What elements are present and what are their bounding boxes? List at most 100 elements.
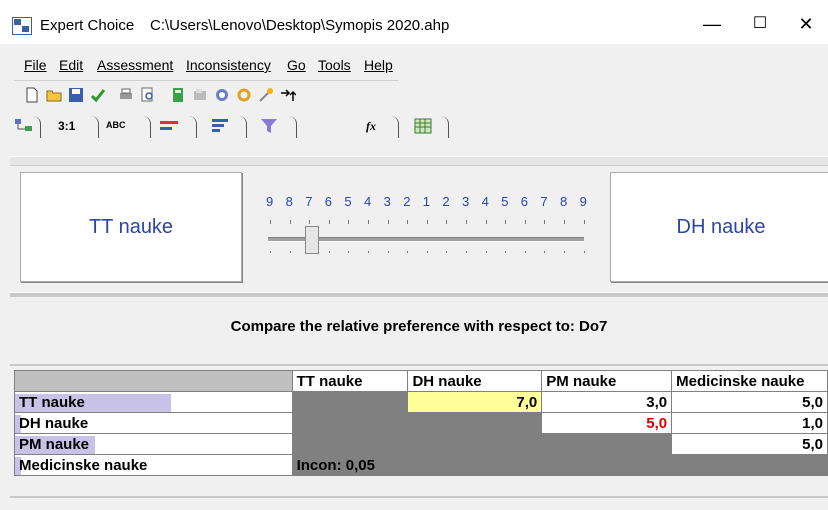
scale-tick: [348, 220, 350, 224]
arrow-right-up-icon[interactable]: [280, 87, 296, 103]
scale-tick: [270, 220, 271, 224]
scale-number: 3: [383, 194, 391, 209]
matrix-cell-selected[interactable]: 7,0: [407, 391, 543, 413]
minimize-button[interactable]: —: [690, 8, 734, 40]
scale-tick: [544, 251, 546, 253]
inconsistency-ratio: Incon: 0,05: [291, 454, 409, 476]
scale-number: 6: [324, 194, 333, 209]
scale-tick: [348, 251, 350, 253]
scale-tick: [446, 251, 448, 253]
matrix-cell-inverse[interactable]: 5,0: [541, 412, 673, 434]
scale-number: 5: [344, 194, 352, 209]
mode-tabs: 3:1 ABC fx: [10, 110, 470, 140]
scale-tick: [387, 251, 389, 253]
matrix-cell[interactable]: 5,0: [671, 391, 828, 413]
funnel-icon[interactable]: [260, 118, 278, 134]
scale-tick: [328, 251, 330, 253]
graphical-bars-icon[interactable]: [160, 120, 180, 132]
scale-tick: [309, 220, 311, 224]
scale-tick: [583, 220, 585, 224]
tab-pairwise-numerical[interactable]: 3:1: [58, 119, 75, 141]
slider-thumb[interactable]: [305, 226, 319, 254]
scale-number: 9: [266, 194, 274, 209]
scale-number: 7: [305, 194, 313, 209]
list-bars-icon[interactable]: [212, 119, 228, 133]
grid-table-icon[interactable]: [414, 118, 432, 134]
scale-tick: [466, 251, 467, 253]
matrix-top-border: [10, 364, 828, 366]
row-header: DH nauke: [14, 412, 293, 434]
tree-view-icon[interactable]: [14, 118, 34, 134]
menu-edit[interactable]: Edit: [59, 57, 83, 73]
scale-tick: [446, 220, 448, 224]
wand-icon[interactable]: [258, 87, 274, 103]
menu-inconsistency[interactable]: Inconsistency: [186, 57, 271, 73]
matrix-cell: [671, 454, 828, 476]
close-button[interactable]: ✕: [784, 8, 828, 40]
refresh-icon[interactable]: [236, 87, 252, 103]
row-header: Medicinske nauke: [14, 454, 293, 476]
file-path: C:\Users\Lenovo\Desktop\Symopis 2020.ahp: [150, 17, 450, 34]
scale-tick: [387, 220, 389, 224]
scale-tick: [505, 251, 507, 253]
scale-tick: [328, 220, 330, 224]
matrix-cell[interactable]: 3,0: [541, 391, 673, 413]
matrix-cell: [291, 412, 409, 434]
scale-tick: [426, 220, 428, 224]
title-bar: Expert Choice C:\Users\Lenovo\Desktop\Sy…: [0, 0, 828, 44]
menu-bar: File Edit Assessment Inconsistency Go To…: [14, 52, 414, 78]
print-preview-icon[interactable]: [140, 87, 156, 103]
tab-formula[interactable]: fx: [366, 119, 376, 141]
scale-number: 5: [501, 194, 509, 209]
tab-verbal[interactable]: ABC: [106, 120, 126, 142]
divider: [10, 292, 828, 297]
scale-number: 4: [364, 194, 372, 209]
column-header: DH nauke: [407, 370, 543, 392]
scale-tick: [505, 220, 507, 224]
scale-tick: [407, 220, 409, 224]
left-element-label: TT nauke: [88, 216, 174, 238]
menu-assessment[interactable]: Assessment: [97, 57, 173, 73]
scale-tick: [524, 220, 526, 224]
matrix-cell[interactable]: 1,0: [671, 412, 828, 434]
scale-number: 1: [422, 194, 431, 209]
scale-tick: [289, 251, 291, 253]
open-folder-icon[interactable]: [46, 87, 62, 103]
row-header: TT nauke: [14, 391, 293, 413]
matrix-corner: [14, 370, 293, 392]
new-file-icon[interactable]: [24, 87, 40, 103]
print-icon[interactable]: [118, 87, 134, 103]
calculator-icon[interactable]: [170, 87, 186, 103]
scale-tick: [564, 251, 565, 253]
matrix-cell: [541, 454, 673, 476]
scale-tick: [544, 220, 546, 224]
matrix-cell[interactable]: 5,0: [671, 433, 828, 455]
scale-tick: [485, 220, 487, 224]
maximize-button[interactable]: ☐: [738, 8, 782, 40]
menu-go[interactable]: Go: [287, 57, 306, 73]
commit-arrow-icon[interactable]: [90, 87, 106, 103]
scale-tick: [564, 220, 565, 224]
right-element-label: DH nauke: [676, 216, 766, 238]
network-icon[interactable]: [214, 87, 230, 103]
sensitivity-icon[interactable]: [192, 87, 208, 103]
scale-number: 2: [442, 194, 450, 209]
scale-tick: [485, 251, 487, 253]
row-header: PM nauke: [14, 433, 293, 455]
bottom-border: [10, 496, 828, 498]
scale-tick: [524, 251, 526, 253]
scale-tick: [368, 220, 369, 224]
expert-choice-app-icon: [12, 17, 32, 35]
matrix-cell: [407, 433, 543, 455]
scale-tick: [583, 251, 585, 253]
scale-tick: [270, 251, 271, 253]
left-element-box: TT nauke: [20, 172, 242, 282]
menu-help[interactable]: Help: [364, 57, 393, 73]
scale-number: 9: [579, 194, 587, 209]
menu-tools[interactable]: Tools: [318, 57, 351, 73]
menu-file[interactable]: File: [24, 57, 47, 73]
save-icon[interactable]: [68, 87, 84, 103]
column-header: PM nauke: [541, 370, 673, 392]
comparison-instruction: Compare the relative preference with res…: [230, 318, 608, 335]
scale-tick: [368, 251, 369, 253]
